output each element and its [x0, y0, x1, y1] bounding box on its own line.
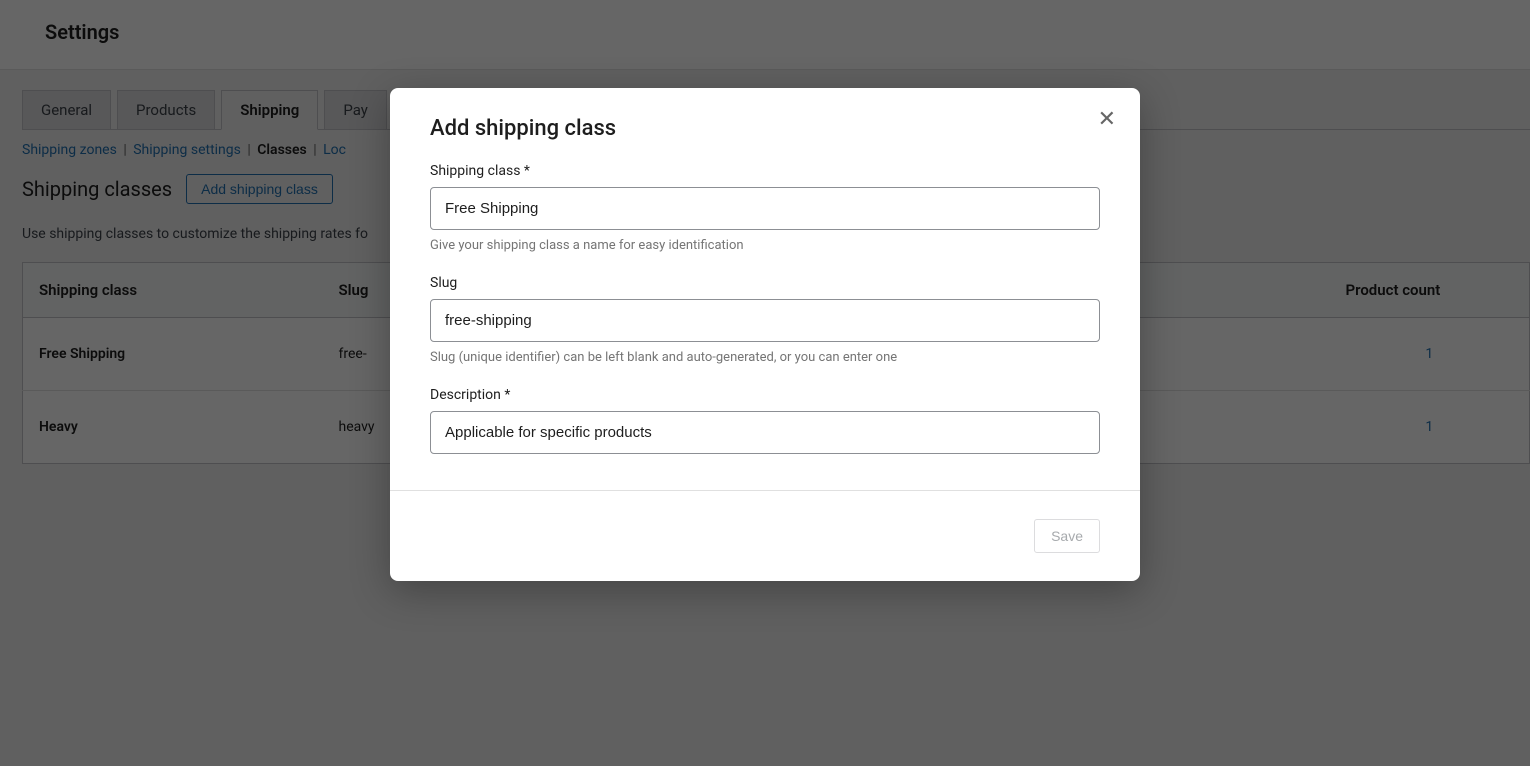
field-description: Description *: [430, 387, 1100, 454]
field-slug: Slug Slug (unique identifier) can be lef…: [430, 275, 1100, 365]
shipping-class-input[interactable]: [430, 187, 1100, 230]
hint-slug: Slug (unique identifier) can be left bla…: [430, 350, 1100, 365]
hint-shipping-class: Give your shipping class a name for easy…: [430, 238, 1100, 253]
modal-header: Add shipping class ✕: [390, 88, 1140, 151]
modal-body: Shipping class * Give your shipping clas…: [390, 151, 1140, 490]
add-shipping-class-modal: Add shipping class ✕ Shipping class * Gi…: [390, 88, 1140, 581]
save-button[interactable]: Save: [1034, 519, 1100, 553]
label-shipping-class: Shipping class *: [430, 163, 1100, 179]
slug-input[interactable]: [430, 299, 1100, 342]
modal-overlay[interactable]: Add shipping class ✕ Shipping class * Gi…: [0, 0, 1530, 766]
modal-title: Add shipping class: [430, 116, 1100, 141]
close-button[interactable]: ✕: [1098, 108, 1116, 130]
close-icon: ✕: [1098, 106, 1116, 131]
description-input[interactable]: [430, 411, 1100, 454]
label-description: Description *: [430, 387, 1100, 403]
field-shipping-class: Shipping class * Give your shipping clas…: [430, 163, 1100, 253]
label-slug: Slug: [430, 275, 1100, 291]
modal-footer: Save: [390, 490, 1140, 581]
